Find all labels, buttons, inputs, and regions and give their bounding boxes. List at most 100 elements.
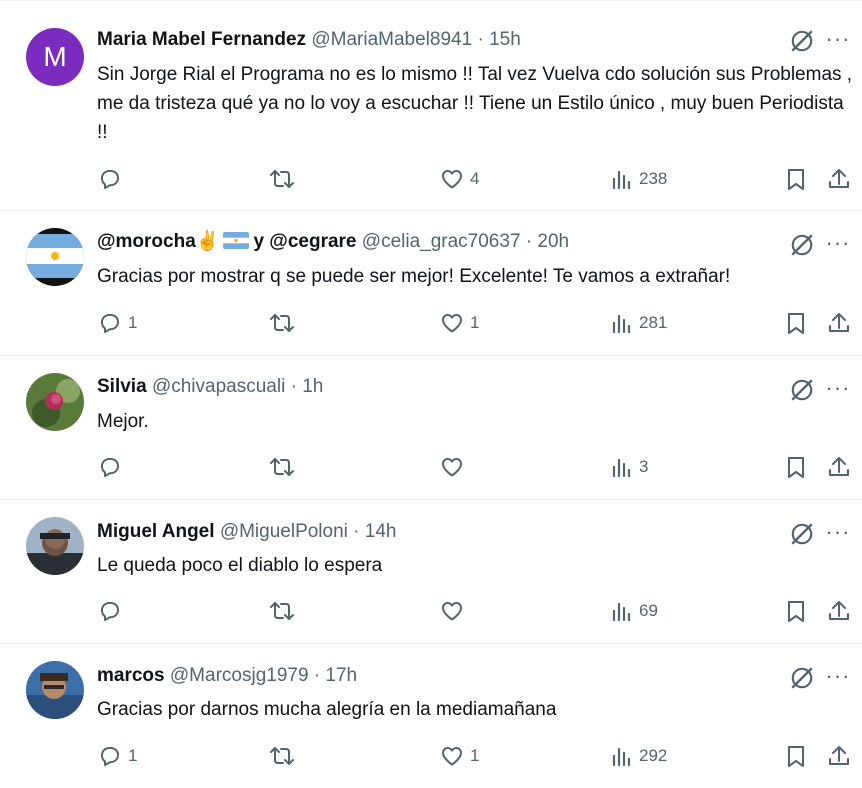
retweet-icon bbox=[270, 170, 294, 188]
reply-icon bbox=[101, 170, 119, 189]
retweet-button[interactable] bbox=[269, 308, 301, 338]
avatar[interactable] bbox=[26, 373, 84, 431]
retweet-icon bbox=[270, 747, 294, 765]
like-button[interactable] bbox=[440, 452, 470, 482]
display-name[interactable]: Maria Mabel Fernandez bbox=[97, 29, 306, 50]
views-button[interactable]: 281 bbox=[611, 308, 667, 338]
timestamp[interactable]: 17h bbox=[325, 665, 357, 686]
bookmark-icon bbox=[788, 457, 804, 478]
like-button[interactable]: 1 bbox=[440, 308, 479, 338]
reply-icon bbox=[101, 747, 119, 766]
views-icon bbox=[612, 314, 631, 334]
display-name[interactable]: Silvia bbox=[97, 376, 147, 397]
reply-tweet[interactable]: marcos @Marcosjg1979 · 17h ··· Gracias p… bbox=[0, 643, 862, 788]
timestamp[interactable]: 15h bbox=[489, 29, 521, 50]
views-button[interactable]: 238 bbox=[611, 164, 667, 194]
bookmark-button[interactable] bbox=[785, 308, 807, 338]
retweet-icon bbox=[270, 314, 294, 332]
reply-icon bbox=[101, 458, 119, 477]
avatar[interactable]: M bbox=[26, 28, 84, 86]
tweet-text: Gracias por darnos mucha alegría en la m… bbox=[97, 699, 557, 720]
tweet-header: marcos @Marcosjg1979 · 17h bbox=[97, 664, 772, 688]
action-bar: 1 1 292 bbox=[0, 741, 862, 771]
like-button[interactable] bbox=[440, 596, 470, 626]
reply-tweet[interactable]: Silvia @chivapascuali · 1h ··· Mejor. 3 bbox=[0, 355, 862, 500]
views-button[interactable]: 69 bbox=[611, 596, 658, 626]
views-button[interactable]: 292 bbox=[611, 741, 667, 771]
tweet-text: Gracias por mostrar q se puede ser mejor… bbox=[97, 266, 731, 287]
timestamp[interactable]: 1h bbox=[302, 376, 323, 397]
reply-button[interactable] bbox=[98, 452, 128, 482]
heart-icon bbox=[442, 458, 462, 477]
share-icon bbox=[829, 169, 849, 188]
retweet-button[interactable] bbox=[269, 452, 301, 482]
views-icon bbox=[612, 602, 631, 622]
display-name-part1: @morocha bbox=[97, 231, 196, 252]
share-button[interactable] bbox=[827, 596, 851, 626]
share-button[interactable] bbox=[827, 308, 851, 338]
more-icon[interactable]: ··· bbox=[825, 375, 851, 401]
tweet-text: Sin Jorge Rial el Programa no es lo mism… bbox=[97, 64, 853, 143]
share-icon bbox=[829, 746, 849, 765]
reply-button[interactable]: 1 bbox=[98, 741, 137, 771]
grok-icon[interactable] bbox=[789, 377, 815, 403]
display-name[interactable]: marcos bbox=[97, 665, 165, 686]
bookmark-icon bbox=[788, 313, 804, 334]
user-handle[interactable]: @MariaMabel8941 bbox=[311, 29, 472, 50]
action-bar: 4 238 bbox=[0, 164, 862, 194]
user-handle[interactable]: @Marcosjg1979 bbox=[170, 665, 309, 686]
display-name[interactable]: Miguel Angel bbox=[97, 521, 215, 542]
share-button[interactable] bbox=[827, 741, 851, 771]
reply-button[interactable] bbox=[98, 596, 128, 626]
avatar[interactable] bbox=[26, 228, 84, 286]
action-bar: 69 bbox=[0, 596, 862, 626]
separator-dot: · bbox=[477, 29, 484, 50]
display-name[interactable]: @morocha✌ y @cegrare bbox=[97, 231, 362, 252]
victory-emoji: ✌ bbox=[195, 231, 220, 252]
bookmark-icon bbox=[788, 746, 804, 767]
bookmark-button[interactable] bbox=[785, 452, 807, 482]
retweet-button[interactable] bbox=[269, 164, 301, 194]
grok-icon[interactable] bbox=[789, 28, 815, 54]
avatar[interactable] bbox=[26, 661, 84, 719]
reply-tweet[interactable]: M Maria Mabel Fernandez @MariaMabel8941 … bbox=[0, 10, 862, 211]
like-button[interactable]: 1 bbox=[440, 741, 479, 771]
timestamp[interactable]: 20h bbox=[537, 231, 569, 252]
bookmark-button[interactable] bbox=[785, 741, 807, 771]
more-icon[interactable]: ··· bbox=[825, 663, 851, 689]
reply-tweet[interactable]: Miguel Angel @MiguelPoloni · 14h ··· Le … bbox=[0, 499, 862, 644]
reply-button[interactable] bbox=[98, 164, 128, 194]
views-count: 281 bbox=[639, 313, 668, 332]
display-name-part2: y @cegrare bbox=[253, 231, 357, 252]
bookmark-button[interactable] bbox=[785, 596, 807, 626]
more-icon[interactable]: ··· bbox=[825, 26, 851, 52]
share-icon bbox=[829, 601, 849, 620]
separator-dot: · bbox=[313, 665, 321, 686]
timestamp[interactable]: 14h bbox=[365, 521, 397, 542]
action-bar: 1 1 281 bbox=[0, 308, 862, 338]
retweet-button[interactable] bbox=[269, 596, 301, 626]
bookmark-icon bbox=[788, 169, 804, 190]
grok-icon[interactable] bbox=[789, 232, 815, 258]
share-button[interactable] bbox=[827, 164, 851, 194]
reply-button[interactable]: 1 bbox=[98, 308, 137, 338]
retweet-button[interactable] bbox=[269, 741, 301, 771]
bookmark-button[interactable] bbox=[785, 164, 807, 194]
reply-tweet[interactable]: @morocha✌ y @cegrare @celia_grac70637 · 2… bbox=[0, 210, 862, 356]
grok-icon[interactable] bbox=[789, 665, 815, 691]
user-handle[interactable]: @MiguelPoloni bbox=[220, 521, 348, 542]
views-icon bbox=[612, 458, 631, 478]
user-handle[interactable]: @chivapascuali bbox=[152, 376, 285, 397]
views-count: 3 bbox=[639, 457, 649, 476]
more-icon[interactable]: ··· bbox=[825, 519, 851, 545]
tweet-text: Mejor. bbox=[97, 411, 149, 432]
heart-icon bbox=[442, 602, 462, 621]
user-handle[interactable]: @celia_grac70637 bbox=[362, 231, 521, 252]
like-button[interactable]: 4 bbox=[440, 164, 479, 194]
grok-icon[interactable] bbox=[789, 521, 815, 547]
avatar[interactable] bbox=[26, 517, 84, 575]
like-count: 1 bbox=[470, 313, 480, 332]
views-button[interactable]: 3 bbox=[611, 452, 648, 482]
more-icon[interactable]: ··· bbox=[825, 230, 851, 256]
share-button[interactable] bbox=[827, 452, 851, 482]
